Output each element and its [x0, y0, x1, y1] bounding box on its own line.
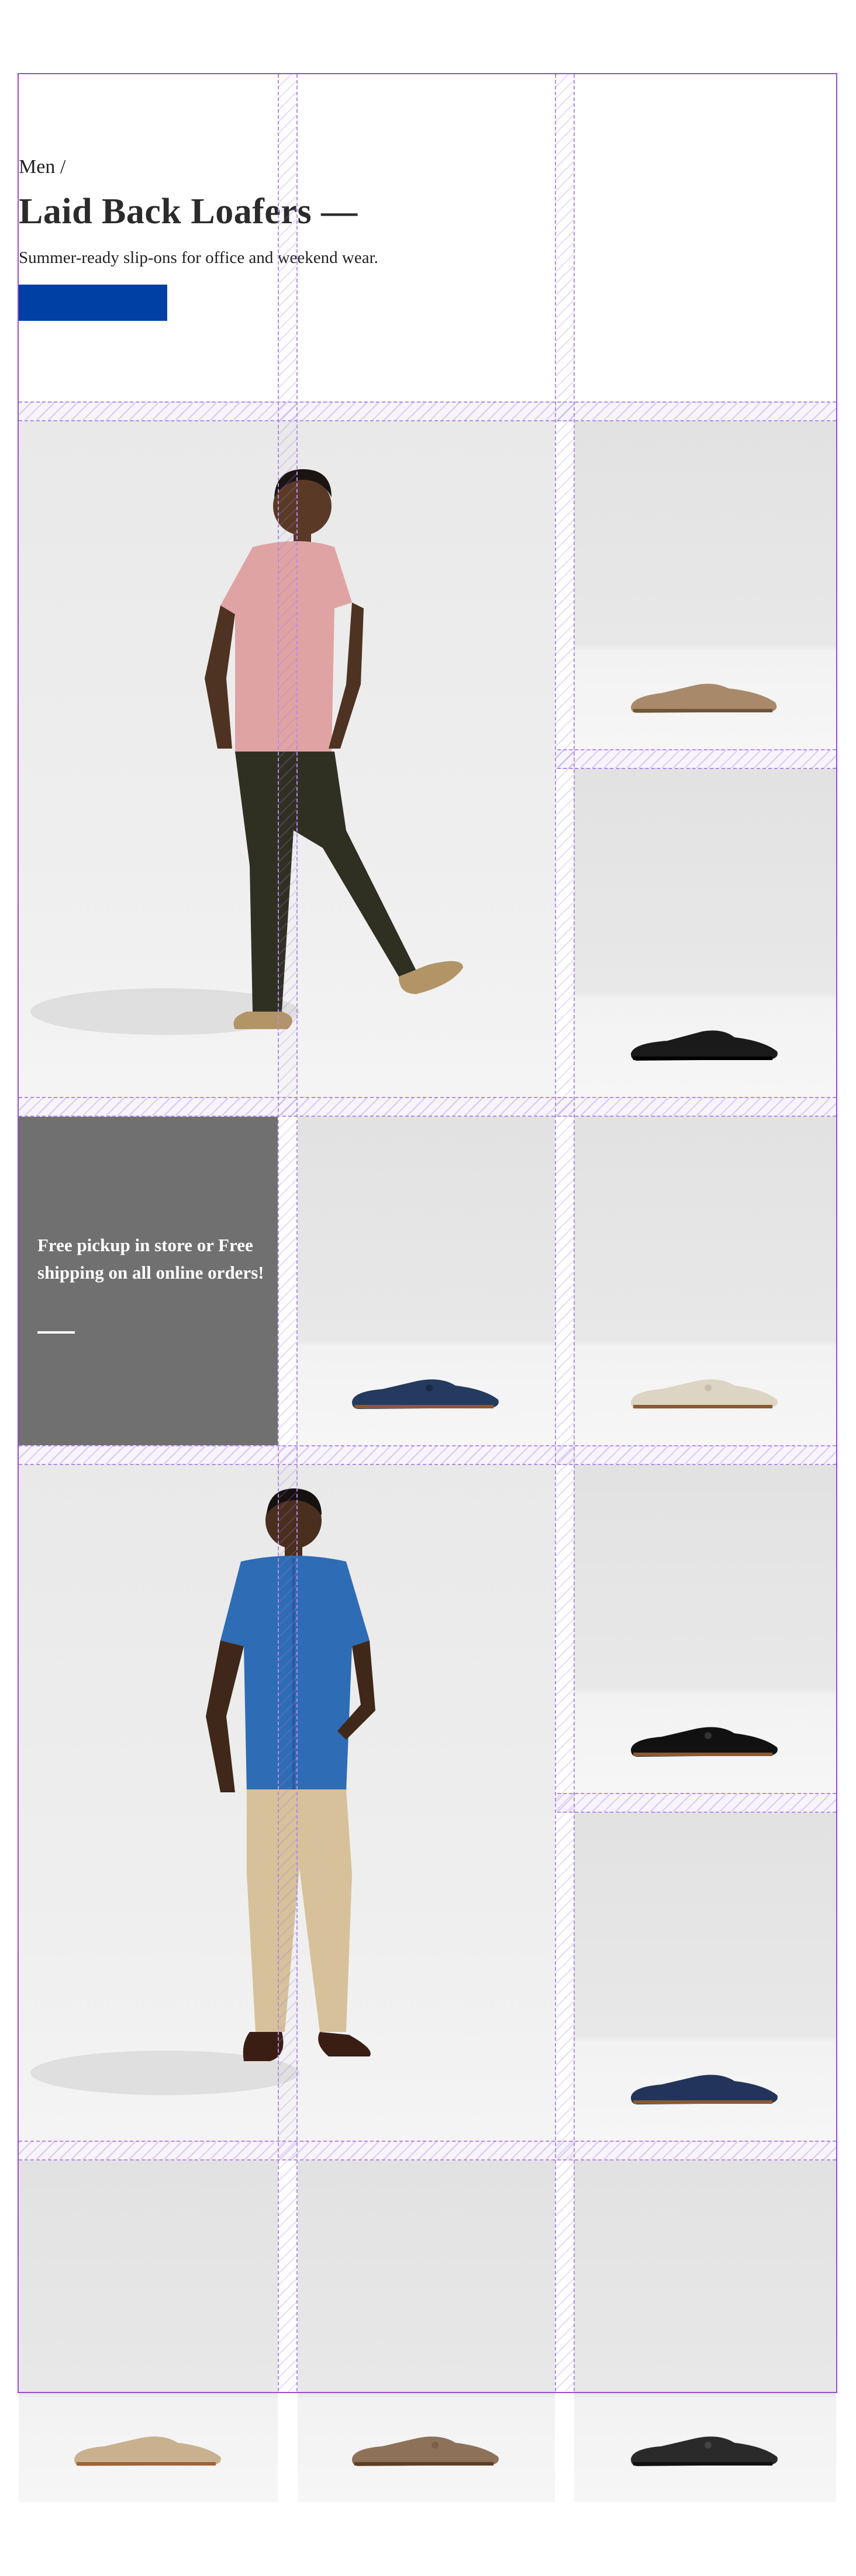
product-image	[347, 1375, 505, 1411]
product-card[interactable]	[574, 2160, 836, 2502]
layout-gutter	[19, 1445, 836, 1465]
product-image	[626, 1027, 784, 1063]
product-image	[626, 1375, 784, 1411]
product-image	[626, 679, 784, 715]
shop-now-button[interactable]	[19, 285, 167, 321]
layout-gutter	[19, 401, 836, 421]
layout-gutter	[19, 2141, 836, 2160]
product-card[interactable]	[298, 1117, 555, 1445]
lifestyle-image-pink-tee[interactable]	[19, 421, 555, 1097]
product-card[interactable]	[574, 1465, 836, 1793]
promo-text: Free pickup in store or Free shipping on…	[37, 1235, 264, 1283]
product-card[interactable]	[574, 1117, 836, 1445]
product-image	[626, 1723, 784, 1759]
page-title: Laid Back Loafers —	[19, 192, 358, 231]
product-card[interactable]	[574, 769, 836, 1097]
product-card[interactable]	[574, 1813, 836, 2141]
promo-divider	[37, 1331, 75, 1334]
product-image	[626, 2071, 784, 2107]
product-card[interactable]	[19, 2160, 278, 2502]
category-hero: Men / Laid Back Loafers — Summer-ready s…	[19, 74, 836, 401]
product-card[interactable]	[298, 2160, 555, 2502]
product-card[interactable]	[574, 421, 836, 749]
product-image	[70, 2432, 227, 2468]
lifestyle-image-blue-shirt[interactable]	[19, 1465, 555, 2141]
layout-gutter	[19, 1097, 836, 1117]
product-image	[347, 2432, 505, 2468]
layout-gutter	[555, 74, 575, 2391]
page-subtitle: Summer-ready slip-ons for office and wee…	[19, 248, 378, 267]
product-image	[626, 2432, 784, 2468]
breadcrumb[interactable]: Men /	[19, 156, 65, 178]
promo-banner[interactable]: Free pickup in store or Free shipping on…	[19, 1117, 278, 1445]
